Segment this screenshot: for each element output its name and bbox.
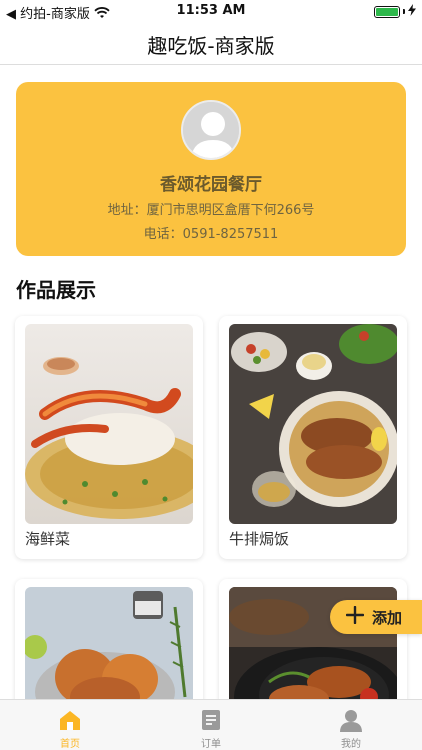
add-work-button[interactable]: 添加 bbox=[330, 600, 422, 634]
work-caption: 牛排焗饭 bbox=[229, 530, 290, 548]
tab-label: 订单 bbox=[201, 739, 221, 750]
tab-label: 首页 bbox=[60, 739, 80, 750]
status-time: 11:53 AM bbox=[176, 3, 246, 18]
tab-orders[interactable]: 订单 bbox=[171, 700, 251, 750]
work-caption: 海鲜菜 bbox=[25, 530, 71, 548]
tab-label: 我的 bbox=[341, 739, 361, 750]
work-photo bbox=[229, 324, 397, 524]
order-icon bbox=[199, 708, 223, 732]
avatar-placeholder-icon bbox=[183, 102, 239, 158]
tab-bar: 首页 订单 我的 bbox=[0, 699, 422, 750]
page-title: 趣吃饭-商家版 bbox=[147, 34, 275, 58]
home-icon bbox=[58, 708, 82, 732]
work-card-4[interactable] bbox=[219, 579, 407, 709]
shop-avatar[interactable] bbox=[181, 100, 241, 160]
user-icon bbox=[339, 708, 363, 732]
tab-home[interactable]: 首页 bbox=[30, 700, 110, 750]
plus-icon bbox=[345, 605, 365, 629]
shop-info-card: 香颂花园餐厅 地址：厦门市思明区盒厝下何266号 电话：0591-8257511 bbox=[16, 82, 406, 256]
shop-phone[interactable]: 电话：0591-8257511 bbox=[16, 223, 406, 242]
work-photo bbox=[25, 324, 193, 524]
nav-bar: 趣吃饭-商家版 bbox=[0, 22, 422, 65]
shop-name: 香颂花园餐厅 bbox=[160, 175, 262, 195]
battery-icon bbox=[374, 5, 400, 18]
status-right bbox=[374, 4, 416, 19]
work-card-seafood[interactable]: 海鲜菜 bbox=[15, 316, 203, 559]
work-photo bbox=[25, 587, 193, 709]
status-bar: ◀ 约拍-商家版 11:53 AM bbox=[0, 0, 422, 22]
work-card-3[interactable] bbox=[15, 579, 203, 709]
add-button-label: 添加 bbox=[372, 608, 403, 627]
work-card-steak[interactable]: 牛排焗饭 bbox=[219, 316, 407, 559]
charging-icon bbox=[408, 4, 416, 19]
shop-address: 地址：厦门市思明区盒厝下何266号 bbox=[107, 203, 315, 218]
tab-mine[interactable]: 我的 bbox=[311, 700, 391, 750]
section-title: 作品展示 bbox=[16, 278, 96, 302]
battery-nub bbox=[403, 9, 405, 14]
